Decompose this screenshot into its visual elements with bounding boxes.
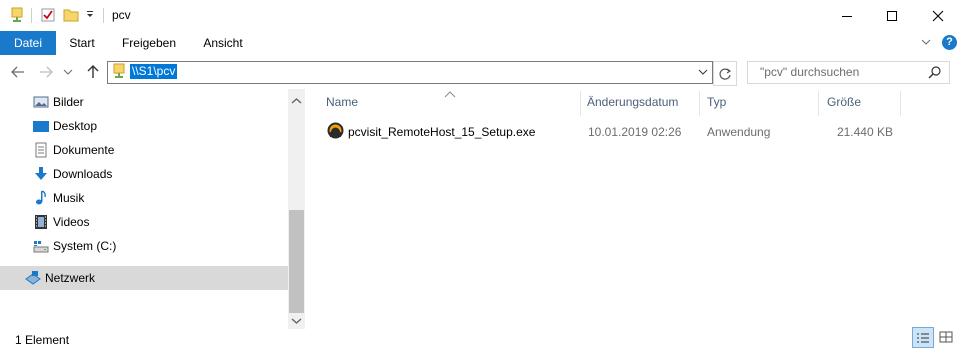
large-icons-view-button[interactable]: [937, 328, 955, 346]
sidebar-item-desktop[interactable]: Desktop: [0, 114, 288, 138]
pcvisit-app-icon: [327, 122, 344, 142]
minimize-icon: [842, 15, 852, 17]
search-icon[interactable]: [928, 65, 942, 82]
maximize-icon: [887, 10, 897, 21]
close-icon: [932, 10, 944, 21]
pictures-icon: [33, 94, 49, 110]
column-divider[interactable]: [699, 91, 700, 116]
details-view-icon: [917, 333, 929, 342]
expand-ribbon-icon[interactable]: [920, 36, 932, 51]
status-item-count: 1 Element: [15, 333, 70, 347]
address-path[interactable]: \\S1\pcv: [130, 64, 178, 79]
column-divider[interactable]: [580, 91, 581, 116]
tab-datei[interactable]: Datei: [0, 31, 56, 55]
sidebar-item-label: Netzwerk: [45, 271, 96, 285]
column-header-type[interactable]: Typ: [707, 95, 726, 109]
folder-properties-icon[interactable]: [9, 7, 25, 23]
music-icon: [33, 190, 49, 206]
downloads-icon: [33, 166, 49, 182]
sidebar-item-downloads[interactable]: Downloads: [0, 162, 288, 186]
properties-icon[interactable]: [40, 7, 56, 23]
sidebar-item-label: Downloads: [53, 167, 113, 181]
scroll-up-button[interactable]: [291, 94, 302, 108]
sidebar-item-bilder[interactable]: Bilder: [0, 90, 288, 114]
sidebar-item-videos[interactable]: Videos: [0, 210, 288, 234]
drive-icon: [33, 238, 49, 254]
column-divider[interactable]: [900, 91, 901, 116]
window-title: pcv: [112, 8, 131, 22]
file-date: 10.01.2019 02:26: [588, 125, 682, 139]
scroll-thumb[interactable]: [289, 210, 304, 313]
separator: [103, 8, 104, 23]
up-button[interactable]: [85, 63, 101, 82]
up-arrow-icon: [87, 65, 99, 78]
column-header-date[interactable]: Änderungsdatum: [587, 95, 678, 109]
title-bar: [0, 0, 961, 31]
chevron-down-icon: [698, 69, 708, 75]
forward-button[interactable]: [38, 64, 54, 83]
videos-icon: [33, 214, 49, 230]
sidebar-item-label: Desktop: [53, 119, 98, 133]
sidebar-item-label: Bilder: [53, 95, 84, 109]
chevron-down-icon: [291, 318, 302, 324]
column-header-name[interactable]: Name: [326, 95, 358, 109]
close-button[interactable]: [915, 0, 961, 31]
refresh-icon: [719, 68, 732, 80]
network-icon: [24, 270, 41, 286]
sidebar-item-dokumente[interactable]: Dokumente: [0, 138, 288, 162]
sort-ascending-icon: [444, 87, 456, 101]
sidebar-item-label: System (C:): [53, 239, 117, 253]
sidebar-item-netzwerk[interactable]: Netzwerk: [0, 266, 288, 290]
network-folder-icon: [111, 63, 127, 82]
sidebar-item-label: Musik: [53, 191, 85, 205]
search-input[interactable]: "pcv" durchsuchen: [760, 65, 859, 79]
tab-freigeben[interactable]: Freigeben: [113, 31, 185, 55]
tab-ansicht[interactable]: Ansicht: [196, 31, 250, 55]
back-button[interactable]: [10, 64, 26, 83]
sidebar-item-label: Dokumente: [53, 143, 115, 157]
qat-dropdown-icon[interactable]: [84, 7, 100, 23]
maximize-button[interactable]: [869, 0, 915, 31]
recent-locations-button[interactable]: [63, 66, 73, 80]
file-type: Anwendung: [707, 125, 771, 139]
table-row[interactable]: pcvisit_RemoteHost_15_Setup.exe 10.01.20…: [324, 119, 902, 143]
minimize-button[interactable]: [824, 0, 870, 31]
back-arrow-icon: [11, 66, 24, 78]
column-header-size[interactable]: Größe: [827, 95, 861, 109]
file-size: 21.440 KB: [836, 125, 893, 139]
column-divider[interactable]: [818, 91, 819, 116]
sidebar-item-musik[interactable]: Musik: [0, 186, 288, 210]
file-name: pcvisit_RemoteHost_15_Setup.exe: [348, 125, 536, 139]
refresh-button[interactable]: [713, 61, 737, 86]
desktop-icon: [33, 118, 49, 134]
documents-icon: [33, 142, 49, 158]
details-view-button[interactable]: [912, 327, 934, 348]
forward-arrow-icon: [40, 66, 53, 78]
tab-start[interactable]: Start: [61, 31, 103, 55]
large-icons-view-icon: [939, 331, 953, 343]
sidebar-item-label: Videos: [53, 215, 90, 229]
scroll-down-button[interactable]: [291, 314, 302, 328]
new-folder-icon[interactable]: [63, 7, 79, 23]
address-bar[interactable]: [107, 61, 713, 84]
sidebar-item-system[interactable]: System (C:): [0, 234, 288, 258]
separator: [31, 8, 32, 23]
address-dropdown-button[interactable]: [697, 66, 709, 81]
chevron-up-icon: [291, 98, 302, 104]
chevron-down-icon: [63, 69, 73, 75]
help-icon[interactable]: ?: [942, 35, 957, 50]
